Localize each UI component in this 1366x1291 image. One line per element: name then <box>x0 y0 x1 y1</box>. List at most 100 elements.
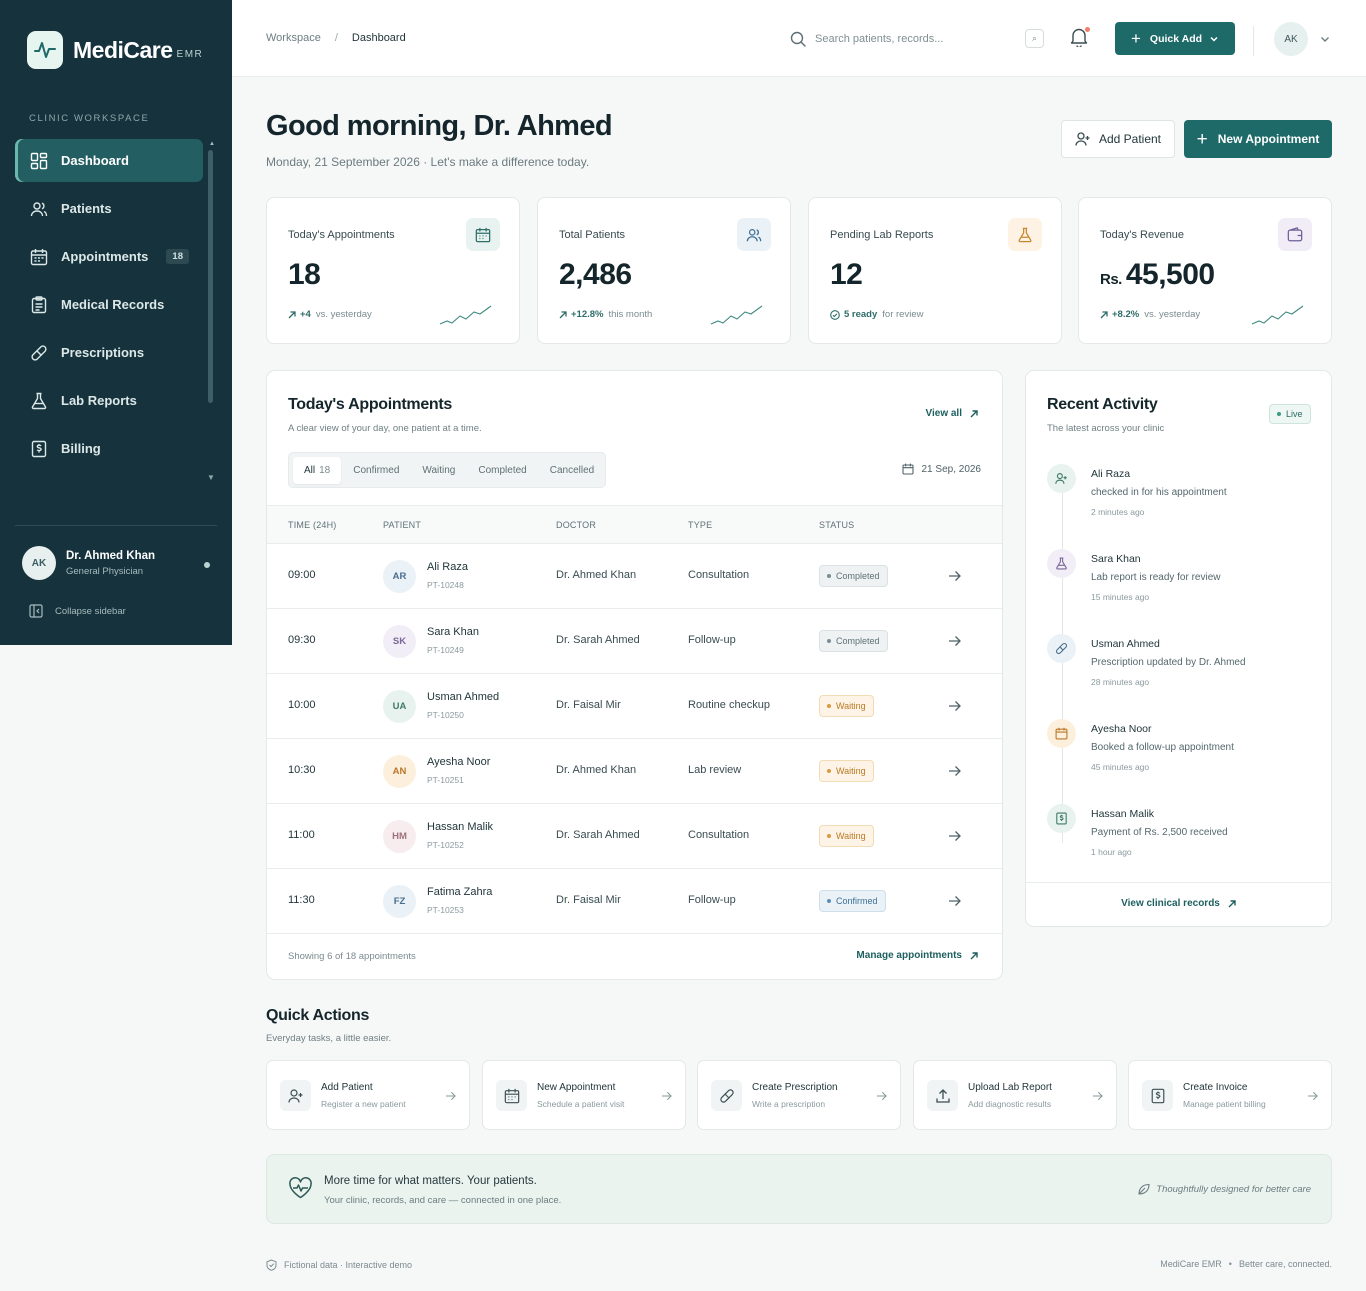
users-icon <box>29 199 49 219</box>
breadcrumb-current: Dashboard <box>351 32 406 44</box>
stat-label: Today's Revenue <box>1100 229 1185 241</box>
table-row[interactable]: 11:30 FZ Fatima Zahra PT-10253 Dr. Faisa… <box>267 869 1002 934</box>
page-subtitle: Monday, 21 September 2026 · Let's make a… <box>266 155 590 169</box>
quick-action-title: New Appointment <box>537 1082 616 1093</box>
arrow-right-icon[interactable] <box>948 700 961 712</box>
stat-card-patients[interactable]: Total Patients 2,486 +12.8% this month <box>537 197 791 344</box>
stat-card-lab-reports[interactable]: Pending Lab Reports 12 5 ready for revie… <box>808 197 1062 344</box>
tab-confirmed[interactable]: Confirmed <box>342 457 410 484</box>
separator-dot: • <box>1228 1259 1232 1269</box>
heart-pulse-icon <box>289 1177 312 1199</box>
user-avatar-button[interactable]: AK <box>1274 22 1308 56</box>
sidebar-scrollbar[interactable] <box>208 150 213 403</box>
arrow-right-icon[interactable] <box>948 830 961 842</box>
grid-icon <box>29 151 49 171</box>
sidebar-item-patients[interactable]: Patients <box>15 187 203 230</box>
activity-item[interactable]: Ali Raza checked in for his appointment … <box>1047 464 1317 534</box>
flask-icon <box>1047 549 1076 578</box>
status-badge: Completed <box>819 565 888 587</box>
view-clinical-records-link[interactable]: View clinical records <box>1026 898 1331 909</box>
quick-action-new-appointment[interactable]: New Appointment Schedule a patient visit <box>482 1060 686 1130</box>
stat-label: Total Patients <box>559 229 626 241</box>
search-shortcut-key[interactable]: ⌕ <box>1025 29 1044 48</box>
activity-description: checked in for his appointment <box>1091 487 1227 498</box>
sidebar-item-appointments[interactable]: Appointments 18 <box>15 235 203 278</box>
arrow-right-icon[interactable] <box>948 635 961 647</box>
quick-add-button[interactable]: + Quick Add <box>1115 22 1235 55</box>
tab-waiting[interactable]: Waiting <box>411 457 466 484</box>
tab-all[interactable]: All 18 <box>293 456 342 484</box>
sidebar-item-billing[interactable]: Billing <box>15 427 203 470</box>
status-label: Waiting <box>836 701 866 711</box>
sidebar-user[interactable]: AK Dr. Ahmed Khan General Physician <box>22 546 155 580</box>
status-label: Confirmed <box>836 896 878 906</box>
patient-id: PT-10251 <box>427 775 464 785</box>
quick-action-title: Add Patient <box>321 1082 373 1093</box>
collapse-label: Collapse sidebar <box>55 605 126 617</box>
chevron-down-icon[interactable] <box>1319 33 1331 45</box>
arrow-right-icon[interactable] <box>948 895 961 907</box>
appointment-time: 09:00 <box>288 569 316 581</box>
activity-item[interactable]: Ayesha Noor Booked a follow-up appointme… <box>1047 719 1317 789</box>
stat-trend: +8.2% vs. yesterday <box>1100 309 1200 320</box>
stat-card-revenue[interactable]: Today's Revenue Rs. 45,500 +8.2% vs. yest… <box>1078 197 1332 344</box>
status-badge: Waiting <box>819 760 874 782</box>
scroll-down-arrow[interactable]: ▼ <box>207 473 215 482</box>
sidebar-item-dashboard[interactable]: Dashboard <box>15 139 203 182</box>
activity-description: Lab report is ready for review <box>1091 572 1221 583</box>
arrow-up-right-icon <box>559 310 567 318</box>
sidebar-item-label: Billing <box>61 441 101 456</box>
appointments-card: Today's Appointments A clear view of you… <box>266 370 1003 980</box>
table-row[interactable]: 10:00 UA Usman Ahmed PT-10250 Dr. Faisal… <box>267 674 1002 739</box>
search-input[interactable] <box>815 33 1015 45</box>
patient-name: Fatima Zahra <box>427 886 493 898</box>
view-all-link[interactable]: View all <box>925 408 978 419</box>
arrow-right-icon[interactable] <box>948 570 961 582</box>
activity-item[interactable]: Hassan Malik Payment of Rs. 2,500 receiv… <box>1047 804 1317 874</box>
date-picker[interactable]: 21 Sep, 2026 <box>901 463 981 475</box>
upload-icon <box>927 1080 958 1111</box>
activity-item[interactable]: Sara Khan Lab report is ready for review… <box>1047 549 1317 619</box>
sidebar: MediCare EMR CLINIC WORKSPACE Dashboard … <box>0 0 232 645</box>
collapse-sidebar-button[interactable]: Collapse sidebar <box>29 604 126 618</box>
sparkline-icon <box>710 305 763 325</box>
stat-value: 2,486 <box>559 258 632 291</box>
sidebar-item-lab-reports[interactable]: Lab Reports <box>15 379 203 422</box>
calendar-icon <box>466 218 500 251</box>
tab-cancelled[interactable]: Cancelled <box>539 457 605 484</box>
appointment-time: 11:30 <box>288 894 315 906</box>
manage-appointments-link[interactable]: Manage appointments <box>856 950 978 961</box>
page-title: Good morning, Dr. Ahmed <box>266 110 613 142</box>
activity-time: 15 minutes ago <box>1091 592 1150 602</box>
table-row[interactable]: 09:30 SK Sara Khan PT-10249 Dr. Sarah Ah… <box>267 609 1002 674</box>
table-row[interactable]: 11:00 HM Hassan Malik PT-10252 Dr. Sarah… <box>267 804 1002 869</box>
section-subtitle: Everyday tasks, a little easier. <box>266 1033 392 1044</box>
calendar-icon <box>1047 719 1076 748</box>
activity-time: 28 minutes ago <box>1091 677 1150 687</box>
breadcrumb-workspace[interactable]: Workspace <box>266 32 321 44</box>
quick-action-upload-lab-report[interactable]: Upload Lab Report Add diagnostic results <box>913 1060 1117 1130</box>
calendar-icon <box>901 463 914 475</box>
activity-item[interactable]: Usman Ahmed Prescription updated by Dr. … <box>1047 634 1317 704</box>
appointment-type: Follow-up <box>688 634 736 646</box>
tab-completed[interactable]: Completed <box>467 457 537 484</box>
quick-action-create-invoice[interactable]: Create Invoice Manage patient billing <box>1128 1060 1332 1130</box>
stat-delta-note: this month <box>608 309 653 320</box>
quick-action-add-patient[interactable]: Add Patient Register a new patient <box>266 1060 470 1130</box>
arrow-right-icon[interactable] <box>948 765 961 777</box>
sidebar-item-medical-records[interactable]: Medical Records <box>15 283 203 326</box>
new-appointment-button[interactable]: + New Appointment <box>1184 120 1332 158</box>
stat-card-appointments[interactable]: Today's Appointments 18 +4 vs. yesterday <box>266 197 520 344</box>
sidebar-item-prescriptions[interactable]: Prescriptions <box>15 331 203 374</box>
scroll-up-arrow[interactable]: ▲ <box>209 141 215 147</box>
add-patient-button[interactable]: Add Patient <box>1061 120 1175 158</box>
quick-action-create-prescription[interactable]: Create Prescription Write a prescription <box>697 1060 901 1130</box>
stat-value: 18 <box>288 258 321 291</box>
activity-name: Sara Khan <box>1091 553 1141 565</box>
activity-name: Ali Raza <box>1091 468 1131 480</box>
table-row[interactable]: 10:30 AN Ayesha Noor PT-10251 Dr. Ahmed … <box>267 739 1002 804</box>
online-status-dot <box>204 562 210 568</box>
brand-logo[interactable]: MediCare EMR <box>27 31 203 69</box>
table-row[interactable]: 09:00 AR Ali Raza PT-10248 Dr. Ahmed Kha… <box>267 544 1002 609</box>
activity-time: 45 minutes ago <box>1091 762 1150 772</box>
